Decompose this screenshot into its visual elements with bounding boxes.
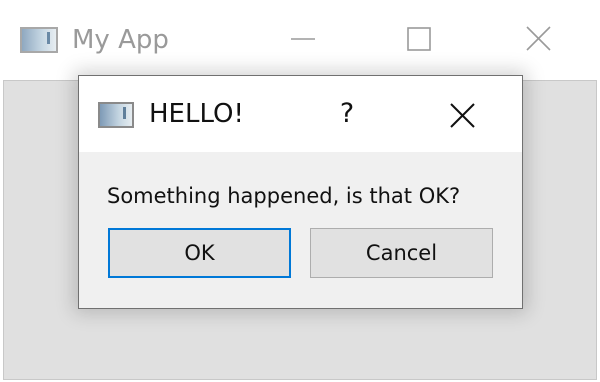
close-icon (450, 103, 475, 128)
main-close-button[interactable] (514, 20, 564, 60)
close-icon (526, 26, 551, 51)
ok-button[interactable]: OK (108, 228, 291, 278)
dialog-title: HELLO! (149, 99, 244, 129)
main-window-title: My App (72, 25, 169, 55)
minimize-button[interactable] (278, 20, 328, 60)
help-button[interactable]: ? (329, 94, 365, 134)
main-titlebar[interactable]: My App (0, 0, 600, 78)
dialog-titlebar[interactable]: HELLO! ? (79, 76, 522, 152)
maximize-icon (407, 27, 431, 51)
cancel-button[interactable]: Cancel (310, 228, 493, 278)
app-window-icon (20, 27, 58, 53)
maximize-button[interactable] (394, 20, 444, 60)
minimize-icon (291, 38, 315, 40)
dialog-close-button[interactable] (440, 94, 484, 136)
app-window-icon (98, 102, 134, 128)
message-dialog: HELLO! ? Something happened, is that OK?… (78, 75, 523, 309)
dialog-message: Something happened, is that OK? (107, 184, 461, 208)
